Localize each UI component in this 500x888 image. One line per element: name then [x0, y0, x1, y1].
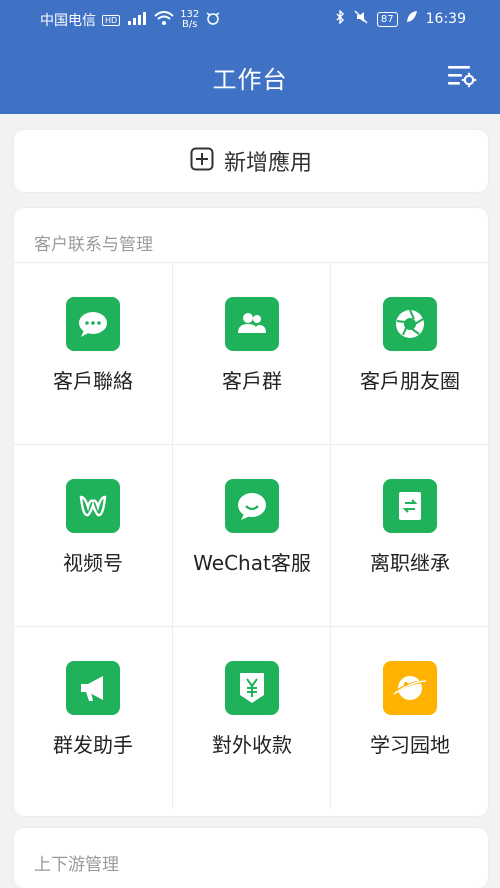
app-wechat-service[interactable]: WeChat客服: [172, 445, 331, 627]
app-channels[interactable]: 视频号: [14, 445, 172, 627]
status-bar: 中国电信 HD 132 B/s 87 16:39: [0, 0, 500, 40]
network-speed: 132 B/s: [180, 10, 199, 30]
clock: 16:39: [425, 11, 466, 27]
battery-level: 87: [376, 11, 398, 27]
app-resignation-inherit[interactable]: 离职继承: [330, 445, 489, 627]
alarm-icon: [205, 11, 221, 29]
app-label: 视频号: [63, 551, 123, 575]
mute-icon: [353, 10, 369, 28]
settings-list-icon[interactable]: [446, 64, 478, 88]
megaphone-icon: [66, 661, 120, 715]
hd-badge-icon: HD: [102, 14, 121, 26]
app-external-payment[interactable]: 對外收款: [172, 627, 331, 809]
status-left: 中国电信 HD 132 B/s: [40, 10, 221, 30]
signal-icon: [126, 11, 148, 29]
battery-saver-icon: [406, 10, 418, 28]
app-label: WeChat客服: [193, 551, 311, 575]
wifi-icon: [154, 11, 174, 29]
upstream-downstream-section-card: 上下游管理: [14, 828, 488, 888]
group-icon: [225, 297, 279, 351]
section-title: 客户联系与管理: [34, 235, 153, 255]
app-grid-row: 视频号 WeChat客服 离职继承: [14, 444, 488, 627]
yuan-shield-icon: [225, 661, 279, 715]
app-grid-row: 群发助手 對外收款 学习园地: [14, 626, 488, 809]
app-label: 客戶朋友圈: [360, 369, 460, 393]
add-square-icon: [190, 147, 214, 175]
app-customer-group[interactable]: 客戶群: [172, 263, 331, 445]
network-speed-unit: B/s: [182, 19, 198, 30]
aperture-icon: [383, 297, 437, 351]
bluetooth-icon: [335, 9, 345, 28]
app-mass-send[interactable]: 群发助手: [14, 627, 172, 809]
app-label: 對外收款: [212, 733, 292, 757]
section-title: 上下游管理: [34, 855, 119, 875]
customer-service-icon: [225, 479, 279, 533]
app-customer-moments[interactable]: 客戶朋友圈: [330, 263, 489, 445]
app-label: 离职继承: [370, 551, 450, 575]
add-app-button[interactable]: 新增應用: [14, 130, 488, 192]
app-label: 客戶聯絡: [53, 369, 133, 393]
status-right: 87 16:39: [335, 9, 466, 28]
carrier-name: 中国电信: [40, 13, 96, 29]
app-label: 学习园地: [370, 733, 450, 757]
app-learning-center[interactable]: 学习园地: [330, 627, 489, 809]
app-customer-contact[interactable]: 客戶聯絡: [14, 263, 172, 445]
transfer-doc-icon: [383, 479, 437, 533]
page-title: 工作台: [212, 66, 288, 94]
add-app-label: 新增應用: [223, 151, 312, 176]
chat-bubble-icon: [66, 297, 120, 351]
top-bar: 中国电信 HD 132 B/s 87 16:39 工作台: [0, 0, 500, 114]
channels-icon: [66, 479, 120, 533]
app-label: 客戶群: [222, 369, 282, 393]
app-label: 群发助手: [53, 733, 133, 757]
app-grid-row: 客戶聯絡 客戶群 客戶朋友圈: [14, 262, 488, 445]
planet-icon: [383, 661, 437, 715]
